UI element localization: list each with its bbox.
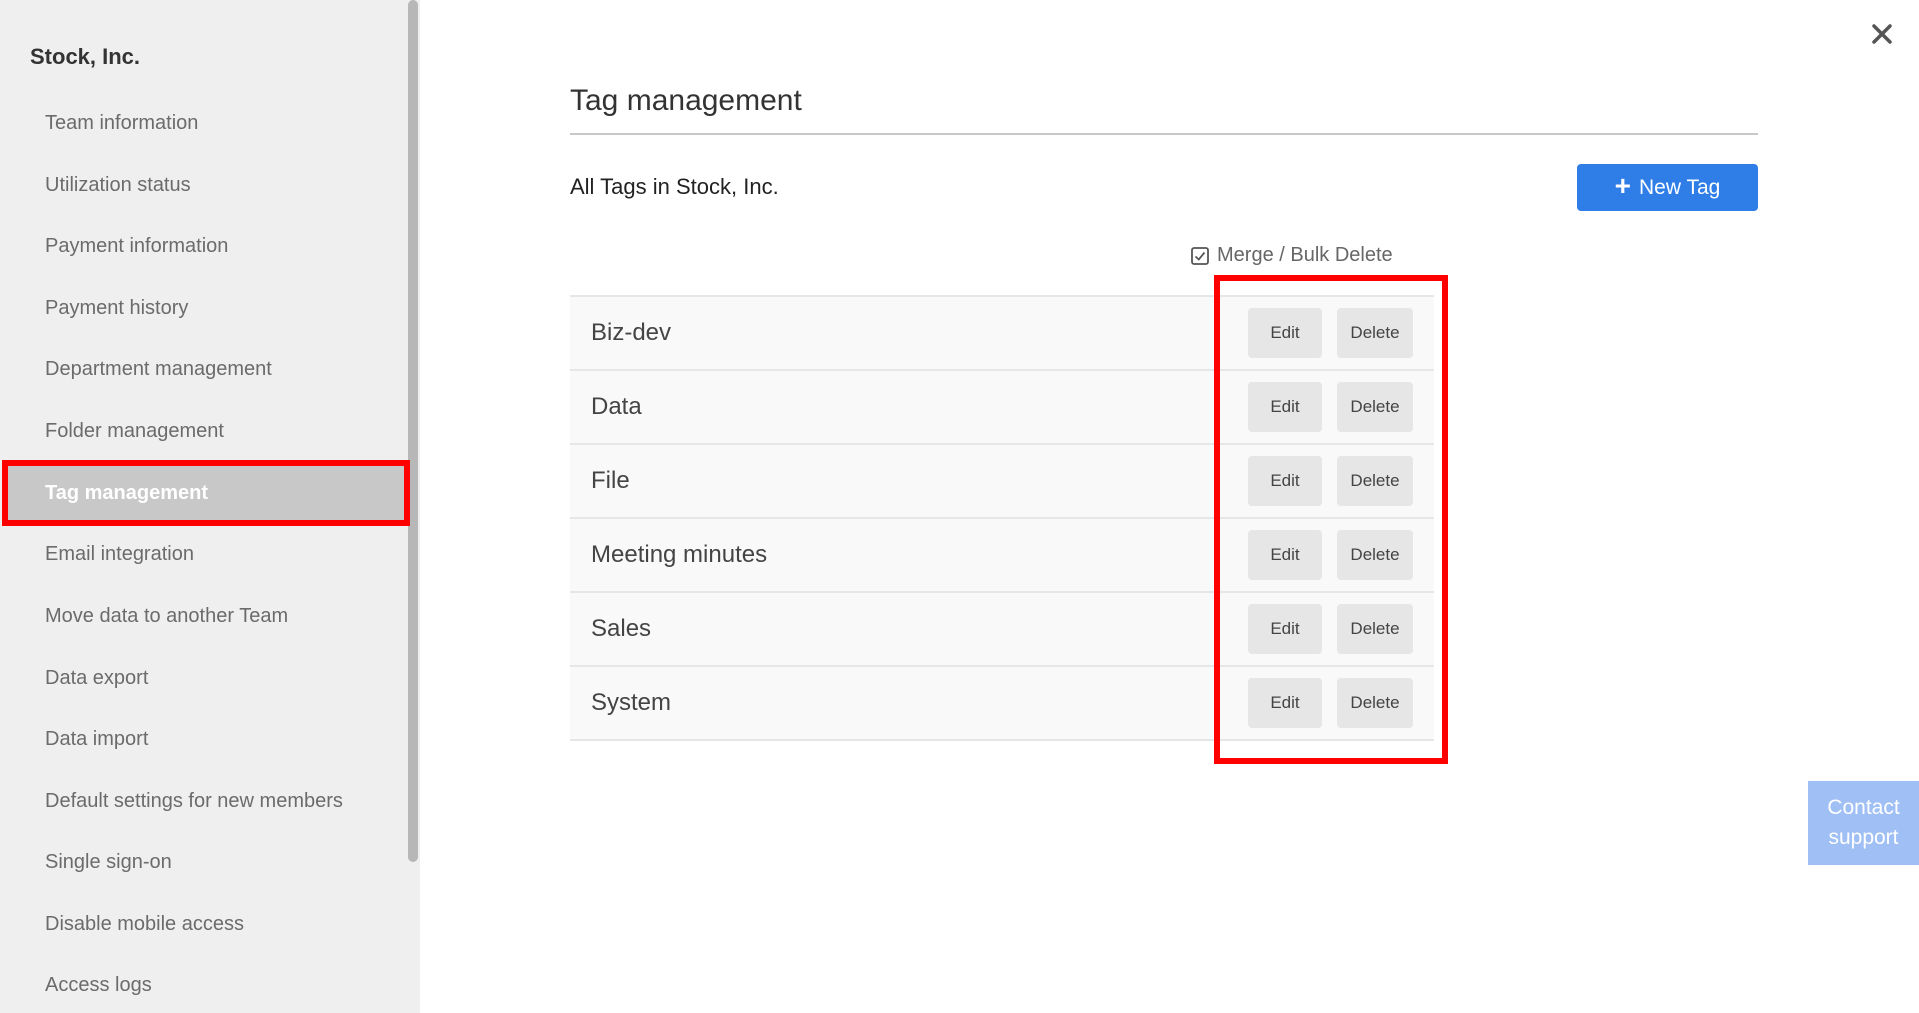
sidebar-item-tag-management[interactable]: Tag management [5, 465, 405, 521]
tag-name: Biz-dev [591, 319, 672, 346]
edit-button[interactable]: Edit [1248, 678, 1322, 728]
sidebar-item-data-export[interactable]: Data export [0, 650, 402, 706]
tag-name: Sales [591, 615, 652, 642]
close-button[interactable] [1864, 16, 1900, 52]
edit-button[interactable]: Edit [1248, 382, 1322, 432]
delete-button[interactable]: Delete [1337, 678, 1413, 728]
new-tag-label: New Tag [1639, 175, 1721, 199]
close-icon [1872, 24, 1892, 44]
title-divider [570, 133, 1758, 135]
edit-button[interactable]: Edit [1248, 308, 1322, 358]
settings-sidebar: Stock, Inc. Team information Utilization… [0, 0, 420, 1013]
tag-row: Sales Edit Delete [570, 591, 1434, 665]
sidebar-item-team-information[interactable]: Team information [0, 95, 402, 151]
sidebar-scrollbar[interactable] [408, 0, 418, 862]
tag-row: File Edit Delete [570, 443, 1434, 517]
tag-name: Data [591, 393, 642, 420]
sidebar-item-single-sign-on[interactable]: Single sign-on [0, 834, 402, 890]
sidebar-item-move-data[interactable]: Move data to another Team [0, 588, 402, 644]
tag-row: Biz-dev Edit Delete [570, 295, 1434, 369]
sidebar-item-payment-history[interactable]: Payment history [0, 280, 402, 336]
tag-name: Meeting minutes [591, 541, 768, 568]
edit-button[interactable]: Edit [1248, 456, 1322, 506]
tag-row: Data Edit Delete [570, 369, 1434, 443]
sidebar-item-department-management[interactable]: Department management [0, 341, 402, 397]
delete-button[interactable]: Delete [1337, 456, 1413, 506]
sidebar-item-email-integration[interactable]: Email integration [0, 526, 402, 582]
sidebar-item-access-logs[interactable]: Access logs [0, 957, 402, 1013]
tag-row: Meeting minutes Edit Delete [570, 517, 1434, 591]
sidebar-item-utilization-status[interactable]: Utilization status [0, 157, 402, 213]
delete-button[interactable]: Delete [1337, 382, 1413, 432]
sidebar-item-default-settings[interactable]: Default settings for new members [0, 773, 402, 829]
sidebar-item-disable-mobile-access[interactable]: Disable mobile access [0, 896, 402, 952]
delete-button[interactable]: Delete [1337, 604, 1413, 654]
tag-name: File [591, 467, 630, 494]
merge-bulk-delete-toggle[interactable]: Merge / Bulk Delete [1191, 244, 1393, 267]
delete-button[interactable]: Delete [1337, 308, 1413, 358]
team-name: Stock, Inc. [30, 44, 141, 69]
plus-icon: + [1614, 170, 1632, 201]
page-title: Tag management [570, 84, 802, 117]
delete-button[interactable]: Delete [1337, 530, 1413, 580]
contact-support-button[interactable]: Contact support [1808, 781, 1919, 865]
tags-subtitle: All Tags in Stock, Inc. [570, 174, 779, 199]
edit-button[interactable]: Edit [1248, 604, 1322, 654]
sidebar-item-data-import[interactable]: Data import [0, 711, 402, 767]
sidebar-item-folder-management[interactable]: Folder management [0, 403, 402, 459]
tag-name: System [591, 689, 672, 716]
merge-bulk-delete-label: Merge / Bulk Delete [1217, 244, 1393, 266]
edit-button[interactable]: Edit [1248, 530, 1322, 580]
new-tag-button[interactable]: + New Tag [1577, 164, 1758, 211]
tag-list: Biz-dev Edit Delete Data Edit Delete Fil… [570, 295, 1434, 741]
sidebar-item-payment-information[interactable]: Payment information [0, 218, 402, 274]
tag-row: System Edit Delete [570, 665, 1434, 741]
tag-management-screen: Stock, Inc. Team information Utilization… [0, 0, 1919, 1013]
checkbox-icon [1191, 246, 1209, 265]
